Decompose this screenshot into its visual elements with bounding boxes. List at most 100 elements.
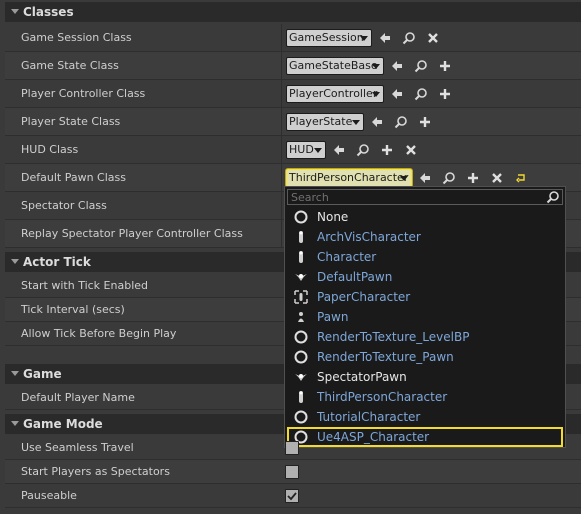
- property-label: Use Seamless Travel: [21, 441, 134, 454]
- browse-icon[interactable]: [402, 31, 416, 45]
- property-row: HUD Class HUD: [5, 136, 581, 164]
- search-icon: [546, 191, 559, 204]
- circle-icon: [294, 330, 308, 344]
- arrow-left-icon[interactable]: [370, 115, 384, 129]
- property-label: Spectator Class: [21, 199, 107, 212]
- option-label: RenderToTexture_Pawn: [317, 350, 454, 364]
- character-icon: [294, 390, 308, 404]
- class-option[interactable]: None: [287, 207, 563, 227]
- section-classes[interactable]: Classes: [5, 2, 581, 22]
- browse-icon[interactable]: [356, 143, 370, 157]
- circle-icon: [294, 350, 308, 364]
- character-icon: [294, 230, 308, 244]
- class-combo-box[interactable]: HUD: [286, 141, 326, 159]
- class-combo-box[interactable]: GameStateBase: [286, 57, 384, 75]
- class-option[interactable]: ThirdPersonCharacter: [287, 387, 563, 407]
- class-option[interactable]: DefaultPawn: [287, 267, 563, 287]
- add-icon[interactable]: [466, 171, 480, 185]
- property-label: Tick Interval (secs): [21, 303, 125, 316]
- class-option[interactable]: Character: [287, 247, 563, 267]
- option-label: ArchVisCharacter: [317, 230, 421, 244]
- combo-value: GameSession: [289, 31, 364, 44]
- search-input[interactable]: [288, 190, 546, 204]
- option-label: DefaultPawn: [317, 270, 393, 284]
- property-row: Game Session Class GameSession: [5, 24, 581, 52]
- combo-value: PlayerController: [289, 87, 378, 100]
- browse-icon[interactable]: [414, 87, 428, 101]
- property-row: Player Controller Class PlayerController: [5, 80, 581, 108]
- search-box[interactable]: [287, 189, 563, 205]
- reset-icon[interactable]: [514, 171, 528, 185]
- clear-icon[interactable]: [490, 171, 504, 185]
- chevron-down-icon: [360, 36, 368, 41]
- arrow-left-icon[interactable]: [390, 87, 404, 101]
- property-label: Game State Class: [21, 59, 119, 72]
- pawn-icon: [294, 370, 308, 384]
- arrow-left-icon[interactable]: [332, 143, 346, 157]
- class-combo-box[interactable]: PlayerState: [286, 113, 364, 131]
- option-label: RenderToTexture_LevelBP: [317, 330, 470, 344]
- class-option[interactable]: RenderToTexture_LevelBP: [287, 327, 563, 347]
- property-checkbox[interactable]: [285, 465, 299, 479]
- property-label: Start with Tick Enabled: [21, 279, 149, 292]
- property-label: Default Pawn Class: [21, 171, 126, 184]
- character-icon: [294, 250, 308, 264]
- browse-icon[interactable]: [442, 171, 456, 185]
- option-label: Character: [317, 250, 377, 264]
- option-label: SpectatorPawn: [317, 370, 407, 384]
- property-label: Player Controller Class: [21, 87, 146, 100]
- class-option[interactable]: ArchVisCharacter: [287, 227, 563, 247]
- property-label: Allow Tick Before Begin Play: [21, 327, 177, 340]
- property-row: Player State Class PlayerState: [5, 108, 581, 136]
- chevron-down-icon: [372, 64, 380, 69]
- property-label: HUD Class: [21, 143, 79, 156]
- option-label: PaperCharacter: [317, 290, 411, 304]
- add-icon[interactable]: [418, 115, 432, 129]
- chevron-down-icon: [400, 176, 408, 181]
- property-label: Game Session Class: [21, 31, 132, 44]
- circle-icon: [294, 410, 308, 424]
- arrow-left-icon[interactable]: [418, 171, 432, 185]
- collapse-arrow-icon: [11, 421, 19, 426]
- option-label: TutorialCharacter: [317, 410, 421, 424]
- class-picker-dropdown: None ArchVisCharacter Character DefaultPawn…: [284, 186, 566, 448]
- arrow-left-icon[interactable]: [378, 31, 392, 45]
- property-label: Player State Class: [21, 115, 121, 128]
- option-label: ThirdPersonCharacter: [317, 390, 448, 404]
- arrow-left-icon[interactable]: [390, 59, 404, 73]
- property-label: Default Player Name: [21, 391, 135, 404]
- class-option[interactable]: PaperCharacter: [287, 287, 563, 307]
- class-option[interactable]: SpectatorPawn: [287, 367, 563, 387]
- chevron-down-icon: [372, 92, 380, 97]
- checkmark-icon: [287, 492, 297, 501]
- circle-icon: [294, 210, 308, 224]
- class-combo-box[interactable]: ThirdPersonCharacter: [286, 169, 412, 187]
- class-option[interactable]: Ue4ASP_Character: [287, 427, 563, 447]
- property-checkbox[interactable]: [285, 441, 299, 455]
- add-icon[interactable]: [380, 143, 394, 157]
- collapse-arrow-icon: [11, 9, 19, 14]
- pawn-small-icon: [294, 310, 308, 324]
- class-option[interactable]: Pawn: [287, 307, 563, 327]
- class-option[interactable]: RenderToTexture_Pawn: [287, 347, 563, 367]
- combo-value: HUD: [289, 143, 314, 156]
- collapse-arrow-icon: [11, 371, 19, 376]
- collapse-arrow-icon: [11, 259, 19, 264]
- browse-icon[interactable]: [414, 59, 428, 73]
- property-label: Replay Spectator Player Controller Class: [21, 227, 243, 240]
- chevron-down-icon: [352, 120, 360, 125]
- chevron-down-icon: [314, 148, 322, 153]
- paper-character-icon: [294, 290, 308, 304]
- add-icon[interactable]: [438, 59, 452, 73]
- browse-icon[interactable]: [394, 115, 408, 129]
- class-option[interactable]: TutorialCharacter: [287, 407, 563, 427]
- option-label: Ue4ASP_Character: [317, 430, 430, 444]
- class-combo-box[interactable]: PlayerController: [286, 85, 384, 103]
- clear-icon[interactable]: [426, 31, 440, 45]
- property-checkbox[interactable]: [285, 489, 299, 503]
- clear-icon[interactable]: [404, 143, 418, 157]
- option-label: None: [317, 210, 349, 224]
- class-combo-box[interactable]: GameSession: [286, 29, 372, 47]
- add-icon[interactable]: [438, 87, 452, 101]
- combo-value: ThirdPersonCharacter: [289, 171, 409, 184]
